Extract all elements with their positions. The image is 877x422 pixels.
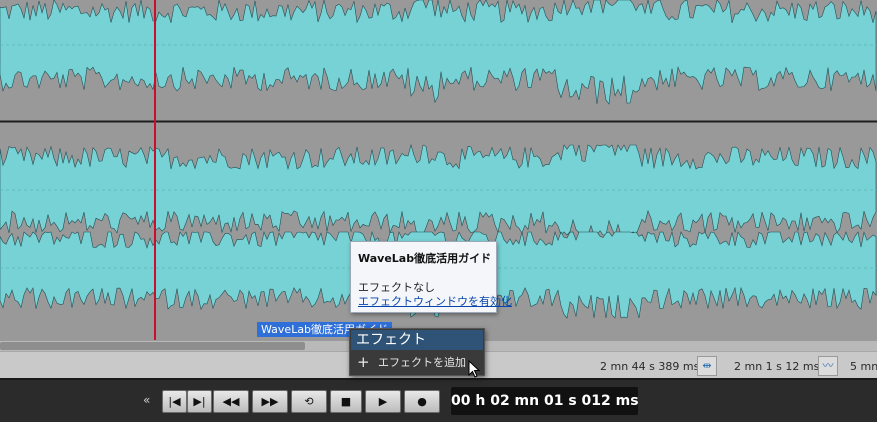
- status-extra: 5 mn: [850, 360, 877, 373]
- plus-icon: +: [357, 353, 370, 371]
- rewind-button[interactable]: ◀◀: [213, 390, 249, 413]
- enable-effect-window-link[interactable]: エフェクトウィンドウを有効化: [358, 293, 512, 309]
- playback-cursor[interactable]: [154, 0, 156, 340]
- mouse-pointer-icon: [468, 360, 480, 378]
- loop-button[interactable]: ⟲: [291, 390, 327, 413]
- go-to-end-button[interactable]: ▶|: [187, 390, 212, 413]
- fast-forward-button[interactable]: ▶▶: [252, 390, 288, 413]
- stop-button[interactable]: ■: [330, 390, 362, 413]
- play-button[interactable]: ▶: [365, 390, 401, 413]
- clip-tooltip: WaveLab徹底活用ガイド エフェクトなし エフェクトウィンドウを有効化: [350, 241, 512, 313]
- menu-header: エフェクト: [351, 330, 483, 350]
- record-button[interactable]: ●: [404, 390, 440, 413]
- tooltip-title: WaveLab徹底活用ガイド: [358, 252, 492, 265]
- add-effect-menu-item[interactable]: + エフェクトを追加: [351, 352, 483, 373]
- go-to-start-button[interactable]: |◀: [162, 390, 187, 413]
- collapse-icon[interactable]: «: [143, 390, 150, 411]
- cursor-position[interactable]: 2 mn 1 s 12 ms: [734, 360, 819, 373]
- transport-bar: « |◀ ▶| ◀◀ ▶▶ ⟲ ■ ▶ ● 00 h 02 mn 01 s 012 ms: [0, 378, 877, 422]
- cursor-position-icon[interactable]: ⇹: [697, 356, 717, 376]
- waveform-icon[interactable]: 〰: [818, 356, 838, 376]
- timecode-display[interactable]: 00 h 02 mn 01 s 012 ms: [451, 387, 639, 415]
- effects-context-menu: エフェクト + エフェクトを追加: [349, 328, 485, 376]
- audio-length: 2 mn 44 s 389 ms: [600, 360, 700, 373]
- scrollbar-thumb[interactable]: [0, 342, 305, 350]
- menu-item-label: エフェクトを追加: [378, 356, 466, 369]
